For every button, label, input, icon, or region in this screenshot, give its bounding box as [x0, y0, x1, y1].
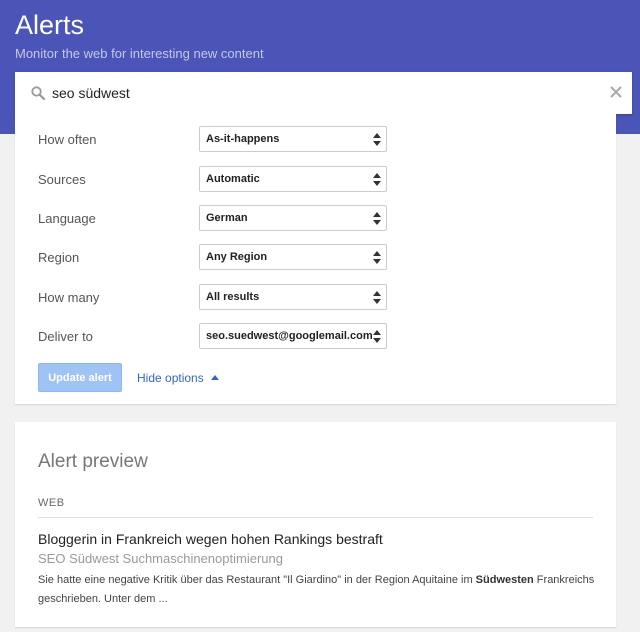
- search-box: [15, 72, 632, 114]
- divider: [38, 517, 593, 518]
- deliver-to-value: seo.suedwest@googlemail.com: [206, 330, 373, 342]
- sources-label: Sources: [38, 172, 86, 187]
- language-select[interactable]: German: [199, 205, 387, 231]
- region-value: Any Region: [206, 251, 268, 263]
- result-source: SEO Südwest Suchmaschinenoptimierung: [38, 551, 283, 566]
- close-icon[interactable]: [608, 84, 624, 100]
- section-label-web: WEB: [38, 497, 65, 509]
- result-title-link[interactable]: Bloggerin in Frankreich wegen hohen Rank…: [38, 531, 383, 547]
- how-many-value: All results: [206, 291, 260, 303]
- language-value: German: [206, 212, 248, 224]
- select-arrows-icon: [373, 251, 381, 264]
- how-often-value: As-it-happens: [206, 133, 280, 145]
- alert-options-card: How often As-it-happens Sources Automati…: [15, 114, 616, 404]
- how-many-label: How many: [38, 290, 100, 305]
- update-alert-button[interactable]: Update alert: [38, 363, 122, 392]
- search-input[interactable]: [52, 82, 592, 104]
- region-label: Region: [38, 250, 80, 265]
- preview-title: Alert preview: [38, 451, 148, 472]
- hide-options-link[interactable]: Hide options: [137, 371, 219, 385]
- sources-value: Automatic: [206, 173, 260, 185]
- how-often-label: How often: [38, 132, 97, 147]
- alert-preview-card: Alert preview WEB Bloggerin in Frankreic…: [15, 422, 616, 627]
- select-arrows-icon: [373, 133, 381, 146]
- select-arrows-icon: [373, 173, 381, 186]
- region-select[interactable]: Any Region: [199, 244, 387, 270]
- how-often-select[interactable]: As-it-happens: [199, 126, 387, 152]
- select-arrows-icon: [373, 212, 381, 225]
- snippet-text-before: Sie hatte eine negative Kritik über das …: [38, 574, 476, 586]
- select-arrows-icon: [373, 291, 381, 304]
- search-icon: [31, 86, 45, 100]
- sources-select[interactable]: Automatic: [199, 166, 387, 192]
- caret-up-icon: [210, 375, 219, 380]
- page-title: Alerts: [15, 10, 85, 40]
- hide-options-label: Hide options: [137, 371, 204, 385]
- page-subtitle: Monitor the web for interesting new cont…: [15, 46, 264, 61]
- language-label: Language: [38, 211, 96, 226]
- result-snippet: Sie hatte eine negative Kritik über das …: [38, 571, 598, 609]
- select-arrows-icon: [373, 330, 381, 343]
- deliver-to-label: Deliver to: [38, 329, 93, 344]
- how-many-select[interactable]: All results: [199, 284, 387, 310]
- deliver-to-select[interactable]: seo.suedwest@googlemail.com: [199, 323, 387, 349]
- snippet-highlight: Südwesten: [475, 574, 534, 586]
